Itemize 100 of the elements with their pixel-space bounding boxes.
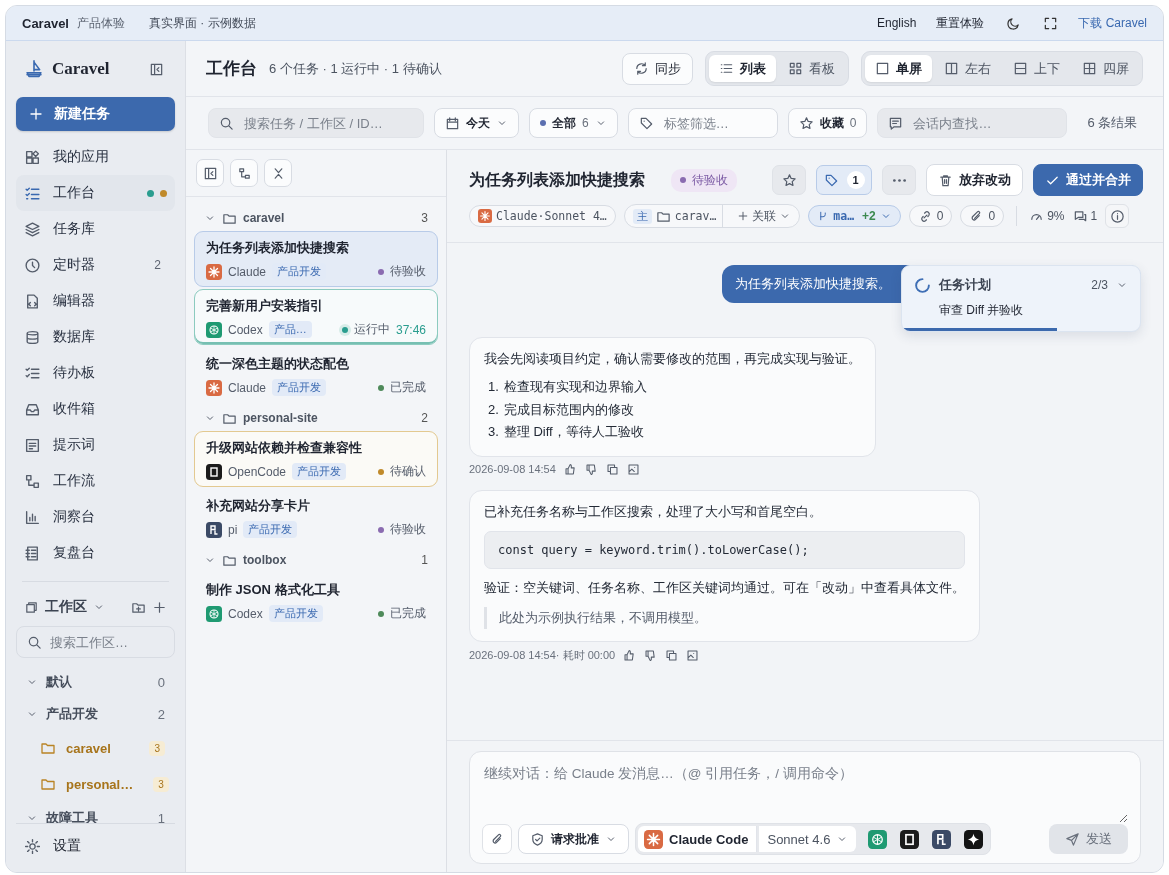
layout-split-h-icon (944, 61, 959, 76)
task-card[interactable]: 为任务列表添加快捷搜索 Claude 产品开发 待验收 (194, 231, 438, 287)
agent-selector[interactable]: Claude Code (638, 826, 758, 852)
image-button[interactable] (686, 648, 700, 662)
workspace-folder[interactable]: personal… 3 (16, 766, 175, 802)
task-title: 为任务列表添加快捷搜索 (469, 169, 645, 190)
nav-item[interactable]: 收件箱 (16, 391, 175, 427)
toggle-panel-button[interactable] (196, 159, 224, 187)
sync-button[interactable]: 同步 (622, 52, 693, 85)
task-group-header[interactable]: caravel 3 (194, 205, 438, 231)
nav-item[interactable]: 数据库 (16, 319, 175, 355)
add-workspace-button[interactable] (152, 599, 167, 615)
branch-chip[interactable]: ma… +2 (808, 205, 901, 227)
thumbs-up-icon (563, 462, 577, 476)
theme-toggle-button[interactable] (1006, 15, 1022, 31)
view-tab[interactable]: 看板 (778, 55, 845, 82)
nav-item[interactable]: 编辑器 (16, 283, 175, 319)
workspace-folder[interactable]: caravel 3 (16, 730, 175, 766)
like-button[interactable] (563, 462, 577, 476)
status-label: 运行中 (353, 321, 390, 338)
status-filter[interactable]: 全部 6 (529, 108, 618, 138)
date-filter[interactable]: 今天 (434, 108, 519, 138)
link-button[interactable]: 关联 (729, 205, 800, 227)
image-button[interactable] (626, 462, 640, 476)
dislike-button[interactable] (584, 462, 598, 476)
nav-item[interactable]: 洞察台 (16, 499, 175, 535)
nav-item[interactable]: 工作台 (16, 175, 175, 211)
chat-search-field[interactable]: 会话内查找… (877, 108, 1068, 138)
layout-tab[interactable]: 四屏 (1072, 55, 1139, 82)
nav-item[interactable]: 我的应用 (16, 139, 175, 175)
info-button[interactable] (1105, 204, 1130, 228)
topbar-link[interactable]: 重置体验 (936, 14, 985, 32)
new-task-button[interactable]: 新建任务 (16, 97, 175, 131)
workspace-search-input[interactable]: 搜索工作区… (48, 633, 164, 651)
fullscreen-button[interactable] (1043, 15, 1059, 31)
task-search-input[interactable]: 搜索任务 / 工作区 / ID… (242, 114, 413, 132)
tag-filter-input[interactable]: 标签筛选… (661, 114, 767, 132)
attachments-chip[interactable]: 0 (960, 205, 1005, 227)
task-card[interactable]: 完善新用户安装指引 Codex 产品… 运行中 37:46 (194, 289, 438, 345)
task-plan-popover[interactable]: 任务计划 2/3 审查 Diff 并验收 (901, 265, 1141, 332)
task-group-header[interactable]: personal-site 2 (194, 405, 438, 431)
task-title: 为任务列表添加快捷搜索 (206, 239, 350, 257)
settings-item[interactable]: 设置 (16, 824, 175, 868)
layout-tab[interactable]: 上下 (1003, 55, 1070, 82)
topbar-link[interactable]: English (876, 16, 917, 30)
task-group-header[interactable]: toolbox 1 (194, 547, 438, 573)
approval-mode-dropdown[interactable]: 请求批准 (518, 824, 629, 854)
workspace-search-field[interactable]: 搜索工作区… (16, 626, 175, 658)
model-chip[interactable]: Claude·Sonnet 4… (469, 205, 616, 227)
collapse-all-button[interactable] (264, 159, 292, 187)
chat-search-input[interactable]: 会话内查找… (911, 114, 1057, 132)
knot-logo-icon (206, 605, 222, 622)
task-card[interactable]: 升级网站依赖并检查兼容性 OpenCode 产品开发 待确认 (194, 431, 438, 487)
links-chip[interactable]: 0 (908, 205, 953, 227)
task-title: 完善新用户安装指引 (206, 297, 324, 315)
plus-icon (152, 599, 167, 615)
nav-item[interactable]: 待办板 (16, 355, 175, 391)
message-composer[interactable]: 继续对话：给 Claude 发消息…（@ 引用任务，/ 调用命令） 请求批准 Claude Code Sonnet 4.6 发送 (469, 751, 1141, 864)
task-card[interactable]: 制作 JSON 格式化工具 Codex 产品开发 已完成 (194, 573, 438, 629)
nav-item[interactable]: 定时器 2 (16, 247, 175, 283)
search-icon (219, 115, 234, 131)
attach-button[interactable] (482, 824, 512, 854)
count: 6 (582, 116, 589, 130)
copy-button[interactable] (605, 462, 619, 476)
star-icon (798, 115, 814, 131)
tag-filter-field[interactable]: 标签筛选… (627, 108, 778, 138)
folder-icon (40, 740, 56, 756)
copy-button[interactable] (665, 648, 679, 662)
stacked-squares-icon (24, 599, 39, 615)
view-tab[interactable]: 列表 (709, 55, 776, 82)
layout-single-icon (875, 61, 890, 76)
model-dropdown[interactable]: Sonnet 4.6 (759, 826, 857, 852)
task-search-field[interactable]: 搜索任务 / 工作区 / ID… (208, 108, 424, 138)
workspace-group[interactable]: 默认 0 (16, 666, 175, 698)
nav-item[interactable]: 工作流 (16, 463, 175, 499)
dislike-button[interactable] (644, 648, 658, 662)
nav-item[interactable]: 提示词 (16, 427, 175, 463)
layout-tab[interactable]: 单屏 (865, 55, 932, 82)
download-link[interactable]: 下载 Caravel (1078, 14, 1147, 32)
image-icon (626, 462, 640, 476)
message-field[interactable]: 继续对话：给 Claude 发消息…（@ 引用任务，/ 调用命令） (482, 762, 1128, 823)
sunburst-logo-icon (206, 263, 222, 280)
tags-button[interactable]: 1 (816, 165, 872, 195)
nav-item[interactable]: 任务库 (16, 211, 175, 247)
layout-tab[interactable]: 左右 (934, 55, 1001, 82)
grid-icon (788, 61, 803, 76)
agent-name: OpenCode (228, 464, 287, 479)
plus-icon (737, 210, 750, 222)
group-button[interactable] (230, 159, 258, 187)
like-button[interactable] (623, 648, 637, 662)
favorites-filter[interactable]: 收藏 0 (787, 108, 868, 138)
favorite-button[interactable] (772, 165, 806, 195)
workspace-group[interactable]: 产品开发 2 (16, 698, 175, 730)
thumbs-down-icon (584, 462, 598, 476)
task-card[interactable]: 统一深色主题的状态配色 Claude 产品开发 已完成 (194, 347, 438, 403)
nav-item[interactable]: 复盘台 (16, 535, 175, 571)
task-card[interactable]: 补充网站分享卡片 pi 产品开发 待验收 (194, 489, 438, 545)
discard-button[interactable]: 放弃改动 (926, 164, 1023, 196)
layout-quad-icon (1082, 61, 1097, 76)
approve-merge-button[interactable]: 通过并合并 (1033, 164, 1143, 196)
